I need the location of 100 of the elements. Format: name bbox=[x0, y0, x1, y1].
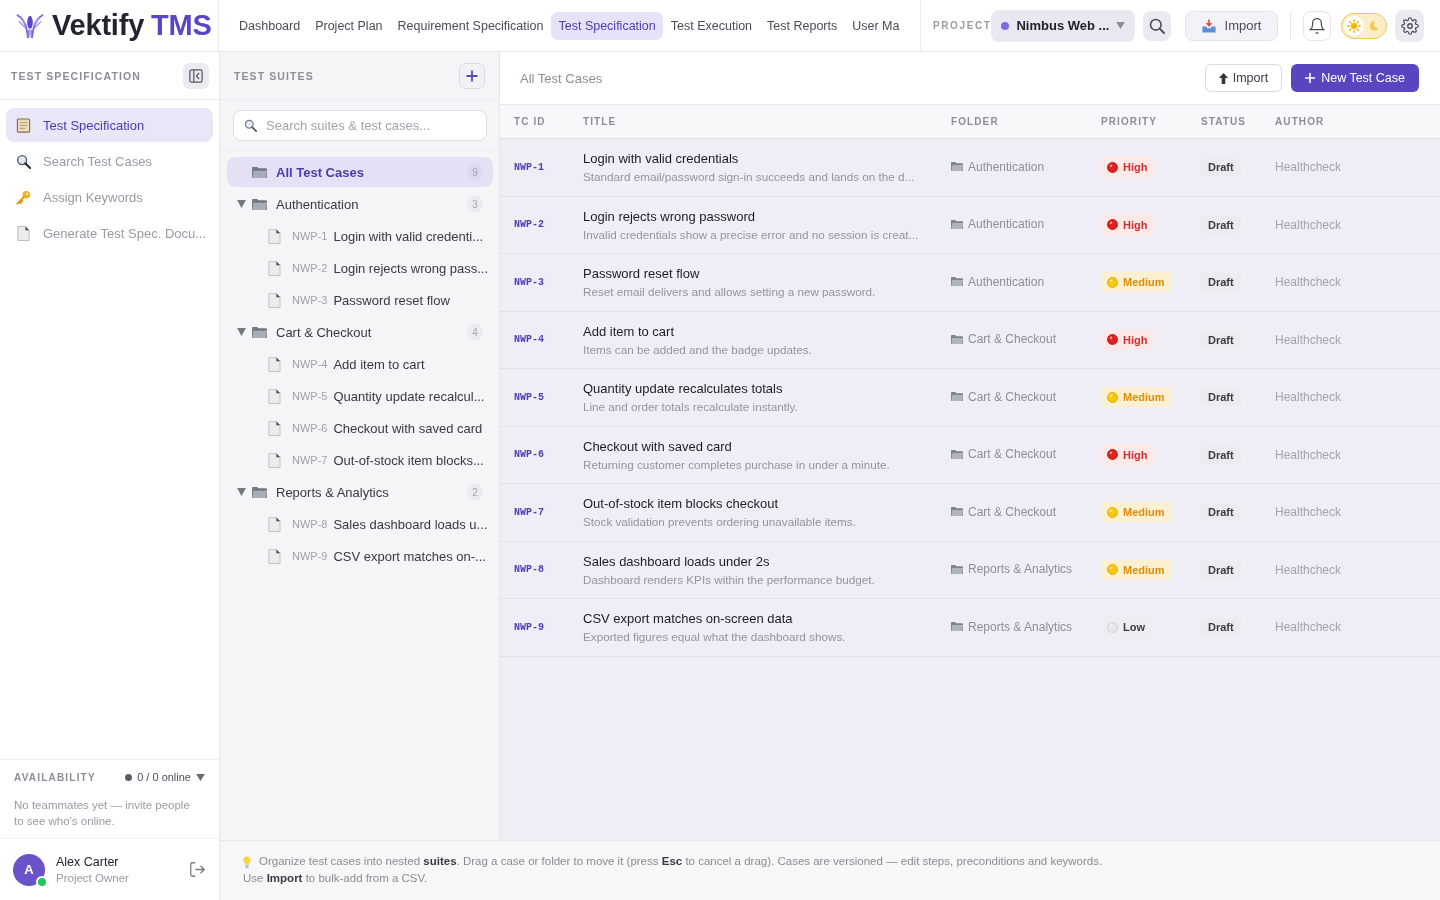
test-case-id: NWP-9 bbox=[514, 621, 544, 633]
folder-icon bbox=[252, 485, 267, 499]
table-row[interactable]: NWP-8 Sales dashboard loads under 2s Dashboard renders KPIs within the performance budget. Reports & Analytics Medium Draft Healthcheck bbox=[500, 541, 1440, 599]
project-dropdown[interactable]: Nimbus Web ... bbox=[991, 9, 1136, 42]
status-badge: Draft bbox=[1201, 503, 1241, 522]
bell-icon bbox=[1309, 17, 1325, 34]
test-case-title: Login rejects wrong password bbox=[583, 207, 756, 225]
priority-label: High bbox=[1123, 161, 1148, 174]
priority-label: Low bbox=[1123, 621, 1145, 634]
priority-dot-icon bbox=[1107, 276, 1118, 288]
table-row[interactable]: NWP-5 Quantity update recalculates totals Line and order totals recalculate instantly. Cart & Checkout Medium Draft Healthcheck bbox=[500, 369, 1440, 427]
folder-icon bbox=[252, 165, 267, 179]
document-icon bbox=[268, 228, 281, 244]
folder-name: Reports & Analytics bbox=[968, 562, 1073, 577]
nav-tab[interactable]: User Ma bbox=[845, 11, 907, 40]
caret-down-icon bbox=[196, 773, 205, 781]
test-case-item[interactable]: NWP-5 Quantity update recalcul... bbox=[227, 381, 493, 411]
test-case-item[interactable]: NWP-4 Add item to cart bbox=[227, 349, 493, 379]
test-case-id: NWP-2 bbox=[514, 219, 544, 231]
table-row[interactable]: NWP-7 Out-of-stock item blocks checkout Stock validation prevents ordering unavailable items. Cart & Checkout Medium Draft Healthcheck bbox=[500, 484, 1440, 542]
table-row[interactable]: NWP-3 Password reset flow Reset email delivers and allows setting a new password. Authentication Medium Draft Healthcheck bbox=[500, 254, 1440, 312]
caret-down-icon[interactable] bbox=[237, 327, 246, 336]
priority-dot-icon bbox=[1107, 564, 1118, 576]
logout-button[interactable] bbox=[190, 862, 205, 877]
nav-tab[interactable]: Dashboard bbox=[232, 11, 308, 40]
nav-tab[interactable]: Test Execution bbox=[663, 11, 760, 40]
nav-tab[interactable]: Test Specification bbox=[551, 11, 663, 40]
table-row[interactable]: NWP-4 Add item to cart Items can be added and the badge updates. Cart & Checkout High Draft Healthcheck bbox=[500, 311, 1440, 369]
key-icon bbox=[16, 189, 31, 205]
author-name: Healthcheck bbox=[1275, 447, 1342, 462]
avatar: A bbox=[13, 853, 45, 886]
add-suite-button[interactable] bbox=[459, 62, 485, 89]
test-case-description: Dashboard renders KPIs within the performance budget. bbox=[583, 571, 875, 587]
test-case-description: Returning customer completes purchase in under a minute. bbox=[583, 456, 890, 472]
test-case-title: Password reset flow bbox=[583, 265, 701, 283]
import-button[interactable]: Import bbox=[1184, 10, 1279, 41]
document-icon bbox=[268, 292, 281, 308]
case-id: NWP-7 bbox=[292, 454, 328, 466]
test-case-item[interactable]: NWP-7 Out-of-stock item blocks... bbox=[227, 445, 493, 475]
collapse-sidebar-button[interactable] bbox=[183, 62, 209, 89]
search-icon bbox=[16, 153, 31, 169]
sidebar-item[interactable]: Test Specification bbox=[6, 108, 213, 142]
project-label: PROJECT bbox=[933, 20, 992, 31]
test-case-item[interactable]: NWP-8 Sales dashboard loads u... bbox=[227, 509, 493, 539]
author-name: Healthcheck bbox=[1275, 275, 1342, 290]
suite-item[interactable]: Reports & Analytics 2 bbox=[227, 477, 493, 507]
test-case-item[interactable]: NWP-3 Password reset flow bbox=[227, 285, 493, 315]
test-case-description: Invalid credentials show a precise error and no session is creat... bbox=[583, 226, 919, 242]
status-badge: Draft bbox=[1201, 330, 1241, 349]
test-case-id: NWP-3 bbox=[514, 276, 544, 288]
nav-tab[interactable]: Requirement Specification bbox=[390, 11, 551, 40]
column-header: STATUS bbox=[1201, 116, 1247, 127]
new-test-case-button[interactable]: New Test Case bbox=[1291, 64, 1419, 92]
inbox-tray-icon bbox=[1201, 18, 1216, 33]
document-icon bbox=[268, 452, 281, 468]
brand-suffix: TMS bbox=[151, 9, 212, 42]
test-case-item[interactable]: NWP-1 Login with valid credenti... bbox=[227, 221, 493, 251]
test-case-id: NWP-6 bbox=[514, 449, 544, 461]
folder-icon bbox=[951, 391, 963, 403]
search-field[interactable]: Search suites & test cases... bbox=[233, 110, 487, 141]
folder-icon bbox=[951, 506, 963, 518]
settings-icon bbox=[1400, 16, 1419, 35]
test-case-description: Items can be added and the badge updates. bbox=[583, 341, 812, 357]
test-case-description: Standard email/password sign-in succeeds and lands on the d... bbox=[583, 169, 915, 185]
search-button[interactable] bbox=[1143, 10, 1171, 41]
import-button[interactable]: Import bbox=[1204, 64, 1283, 92]
case-id: NWP-6 bbox=[292, 422, 328, 434]
test-case-item[interactable]: NWP-2 Login rejects wrong pass... bbox=[227, 253, 493, 283]
settings-button[interactable] bbox=[1395, 9, 1424, 42]
document-icon bbox=[268, 420, 281, 436]
priority-dot-icon bbox=[1107, 621, 1118, 633]
availability-message: No teammates yet — invite people to see who's online. bbox=[14, 798, 191, 829]
folder-name: Cart & Checkout bbox=[968, 447, 1057, 462]
test-case-title: Add item to cart bbox=[583, 322, 676, 340]
test-case-item[interactable]: NWP-6 Checkout with saved card bbox=[227, 413, 493, 443]
notifications-button[interactable] bbox=[1303, 10, 1331, 41]
author-name: Healthcheck bbox=[1275, 217, 1342, 232]
caret-down-icon[interactable] bbox=[237, 487, 246, 496]
project-dot-icon bbox=[1001, 21, 1010, 30]
folder-icon bbox=[951, 563, 963, 575]
nav-tab[interactable]: Test Reports bbox=[760, 11, 845, 40]
availability-dropdown[interactable]: 0 / 0 online bbox=[125, 771, 205, 783]
theme-toggle[interactable] bbox=[1340, 12, 1387, 39]
table-row[interactable]: NWP-2 Login rejects wrong password Invalid credentials show a precise error and no session is creat... Authentication High Draft Healthcheck bbox=[500, 196, 1440, 254]
caret-down-icon[interactable] bbox=[237, 199, 246, 208]
nav-tab[interactable]: Project Plan bbox=[308, 11, 390, 40]
folder-icon bbox=[951, 621, 963, 633]
suite-item[interactable]: All Test Cases 9 bbox=[227, 157, 493, 187]
suite-item[interactable]: Authentication 3 bbox=[227, 189, 493, 219]
author-name: Healthcheck bbox=[1275, 390, 1342, 405]
column-header: AUTHOR bbox=[1275, 116, 1325, 127]
sidebar-title: TEST SPECIFICATION bbox=[11, 69, 141, 82]
priority-label: Medium bbox=[1123, 563, 1165, 576]
user-role: Project Owner bbox=[56, 872, 129, 884]
suite-item[interactable]: Cart & Checkout 4 bbox=[227, 317, 493, 347]
test-case-item[interactable]: NWP-9 CSV export matches on-... bbox=[227, 541, 493, 571]
test-case-title: Checkout with saved card bbox=[583, 437, 733, 455]
table-row[interactable]: NWP-6 Checkout with saved card Returning customer completes purchase in under a minute. Cart & Checkout High Draft Healthcheck bbox=[500, 426, 1440, 484]
table-row[interactable]: NWP-9 CSV export matches on-screen data Exported figures equal what the dashboard shows. Reports & Analytics Low Draft Healthcheck bbox=[500, 599, 1440, 657]
table-row[interactable]: NWP-1 Login with valid credentials Standard email/password sign-in succeeds and lands on the d... Authentication High Draft Healthcheck bbox=[500, 139, 1440, 197]
